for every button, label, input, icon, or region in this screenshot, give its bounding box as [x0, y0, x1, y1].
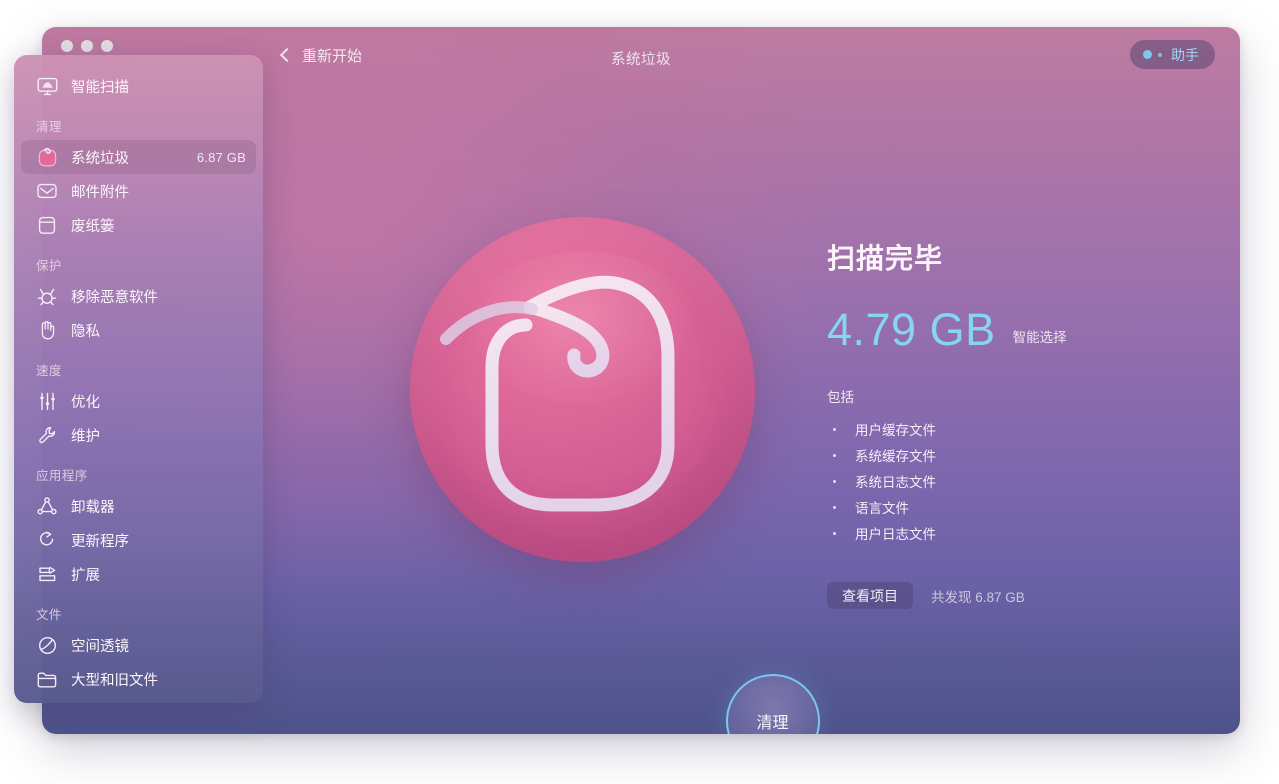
sidebar-item-system-junk[interactable]: 系统垃圾 6.87 GB	[21, 140, 256, 174]
screen: 重新开始 系统垃圾 助手 扫描完毕 4.79 GB 智能选择 包括 用户缓存文件…	[0, 0, 1279, 784]
malware-removal-icon	[36, 286, 58, 306]
sidebar-item-label: 卸载器	[71, 499, 115, 516]
scan-complete-heading: 扫描完毕	[827, 243, 944, 274]
smart-selection-label: 智能选择	[1012, 330, 1067, 345]
list-item: 用户日志文件	[827, 520, 1240, 546]
list-item-label: 用户日志文件	[855, 527, 936, 542]
sidebar: 智能扫描 清理 系统垃圾 6.87 GB 邮件附件 废纸篓 保护 移除恶意软件 …	[14, 55, 263, 703]
large-old-files-folder-icon	[36, 669, 58, 689]
sidebar-item-label: 移除恶意软件	[71, 289, 158, 306]
sidebar-item-label: 优化	[71, 394, 100, 411]
list-item: 语言文件	[827, 494, 1240, 520]
list-item-label: 系统日志文件	[855, 475, 936, 490]
bullet-icon	[833, 427, 836, 431]
sidebar-item-label: 更新程序	[71, 533, 129, 550]
view-items-button[interactable]: 查看项目	[827, 582, 913, 609]
sidebar-item-size: 6.87 GB	[196, 149, 246, 165]
list-item: 用户缓存文件	[827, 416, 1240, 442]
smart-scan-icon	[36, 76, 58, 96]
sidebar-item-label: 隐私	[71, 323, 100, 340]
bullet-icon	[833, 453, 836, 457]
assistant-dot-small-icon	[1158, 52, 1162, 57]
sidebar-item-label: 系统垃圾	[71, 150, 129, 167]
system-junk-icon	[36, 147, 58, 167]
mail-attachments-icon	[36, 181, 58, 201]
junk-swirl-glyph-icon	[440, 275, 675, 512]
list-item-label: 语言文件	[855, 501, 909, 516]
sidebar-item-uninstaller[interactable]: 卸载器	[21, 489, 256, 523]
sidebar-section-files: 文件	[36, 608, 62, 622]
sidebar-item-label: 空间透镜	[71, 638, 129, 655]
sidebar-section-speed: 速度	[36, 364, 62, 378]
bullet-icon	[833, 505, 836, 509]
result-actions: 查看项目 共发现 6.87 GB	[827, 582, 1240, 609]
sidebar-item-updater[interactable]: 更新程序	[21, 523, 256, 557]
sidebar-item-privacy[interactable]: 隐私	[21, 313, 256, 347]
clean-button-area: 清理	[305, 614, 1240, 734]
list-item-label: 用户缓存文件	[855, 423, 936, 438]
trash-bins-icon	[36, 215, 58, 235]
scan-result-panel: 扫描完毕 4.79 GB 智能选择 包括 用户缓存文件 系统缓存文件 系统日志文…	[827, 237, 1240, 609]
selected-size-value: 4.79 GB	[827, 304, 996, 355]
sidebar-item-label: 维护	[71, 428, 100, 445]
sidebar-item-maintenance[interactable]: 维护	[21, 418, 256, 452]
assistant-label: 助手	[1171, 46, 1199, 63]
bullet-icon	[833, 479, 836, 483]
sidebar-item-space-lens[interactable]: 空间透镜	[21, 628, 256, 662]
sidebar-item-label: 邮件附件	[71, 184, 129, 201]
sidebar-item-label: 废纸篓	[71, 218, 115, 235]
list-item: 系统缓存文件	[827, 442, 1240, 468]
optimization-sliders-icon	[36, 391, 58, 411]
list-item-label: 系统缓存文件	[855, 449, 936, 464]
total-found-label: 共发现 6.87 GB	[931, 589, 1025, 605]
includes-list: 用户缓存文件 系统缓存文件 系统日志文件 语言文件 用户日志文件	[827, 416, 1240, 546]
sidebar-item-extensions[interactable]: 扩展	[21, 557, 256, 591]
includes-title: 包括	[827, 390, 854, 405]
sidebar-item-malware-removal[interactable]: 移除恶意软件	[21, 279, 256, 313]
sidebar-section-applications: 应用程序	[36, 469, 88, 483]
uninstaller-icon	[36, 496, 58, 516]
sidebar-item-trash-bins[interactable]: 废纸篓	[21, 208, 256, 242]
bullet-icon	[833, 531, 836, 535]
sidebar-section-cleanup: 清理	[36, 120, 62, 134]
sidebar-item-label: 扩展	[71, 567, 100, 584]
sidebar-item-large-old-files[interactable]: 大型和旧文件	[21, 662, 256, 696]
system-junk-orb-icon	[410, 217, 755, 562]
maintenance-wrench-icon	[36, 425, 58, 445]
main-content: 扫描完毕 4.79 GB 智能选择 包括 用户缓存文件 系统缓存文件 系统日志文…	[305, 95, 1240, 734]
sidebar-item-mail-attachments[interactable]: 邮件附件	[21, 174, 256, 208]
sidebar-item-smart-scan[interactable]: 智能扫描	[21, 69, 256, 103]
assistant-dot-large-icon	[1143, 50, 1152, 59]
assistant-button[interactable]: 助手	[1130, 40, 1215, 69]
sidebar-item-label: 碎纸机	[71, 703, 256, 704]
sidebar-section-protection: 保护	[36, 259, 62, 273]
sidebar-item-optimization[interactable]: 优化	[21, 384, 256, 418]
extensions-icon	[36, 564, 58, 584]
selected-size-row: 4.79 GB 智能选择	[827, 307, 1240, 352]
updater-icon	[36, 530, 58, 550]
sidebar-item-shredder[interactable]: 碎纸机	[21, 696, 256, 703]
sidebar-item-label: 大型和旧文件	[71, 672, 158, 689]
list-item: 系统日志文件	[827, 468, 1240, 494]
space-lens-icon	[36, 635, 58, 655]
clean-button[interactable]: 清理	[725, 674, 820, 734]
privacy-hand-icon	[36, 320, 58, 340]
sidebar-item-label: 智能扫描	[71, 79, 129, 96]
